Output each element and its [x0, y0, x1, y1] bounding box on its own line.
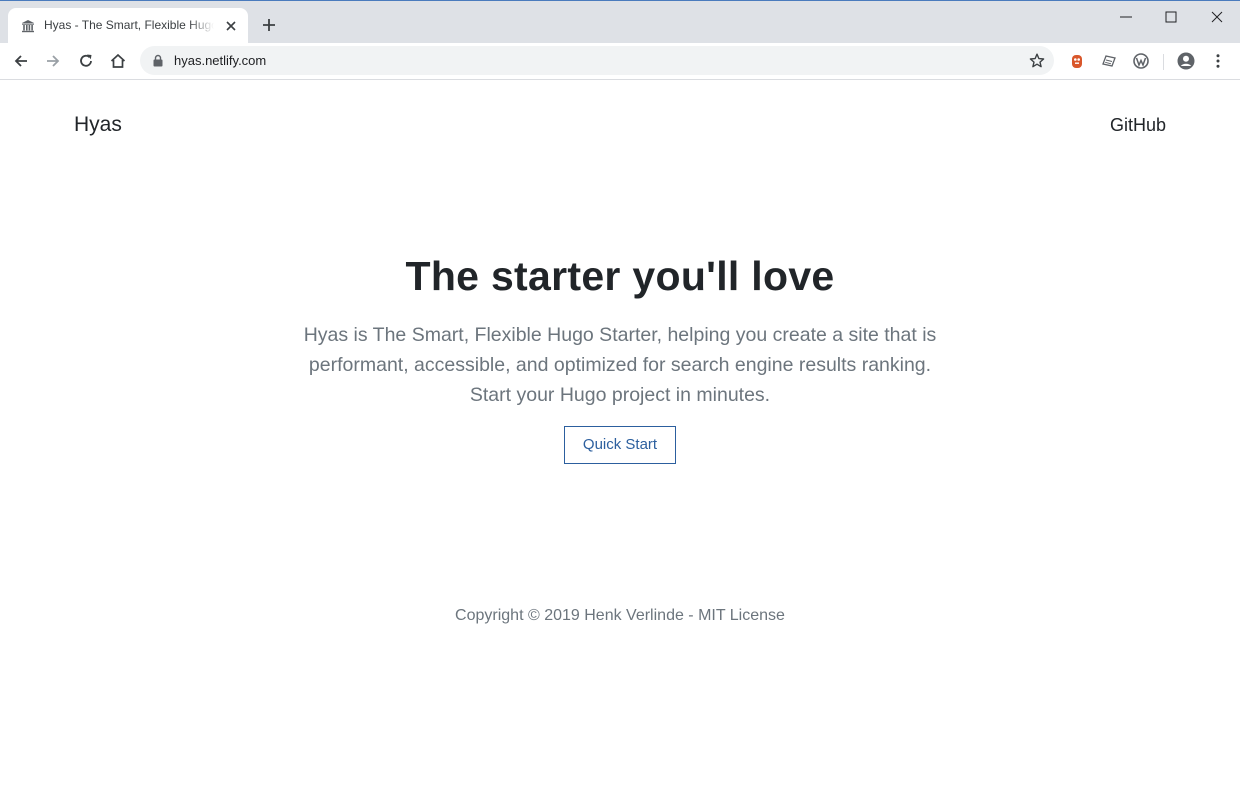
- extension-icon[interactable]: [1068, 52, 1086, 70]
- maximize-icon[interactable]: [1161, 7, 1181, 27]
- account-circle-icon[interactable]: [1177, 52, 1195, 70]
- reload-icon[interactable]: [77, 52, 95, 70]
- bank-building-icon: [22, 20, 34, 33]
- tab-title: Hyas - The Smart, Flexible Hugo Starter: [44, 18, 214, 32]
- more-vert-icon[interactable]: [1209, 52, 1227, 70]
- hero-title: The starter you'll love: [405, 253, 835, 299]
- url-text: hyas.netlify.com: [174, 53, 267, 68]
- site-brand-link[interactable]: Hyas: [74, 113, 122, 137]
- lock-icon: [153, 54, 163, 67]
- extension-icon[interactable]: [1132, 52, 1150, 70]
- footer: Copyright © 2019 Henk Verlinde - MIT Lic…: [0, 607, 1240, 625]
- tab-strip: Hyas - The Smart, Flexible Hugo Starter: [0, 1, 1240, 44]
- star-icon[interactable]: [1028, 52, 1046, 70]
- plus-icon[interactable]: [260, 16, 278, 34]
- close-icon[interactable]: [224, 19, 238, 33]
- window-close-icon[interactable]: [1207, 7, 1227, 27]
- home-icon[interactable]: [109, 52, 127, 70]
- toolbar-divider: [0, 79, 1240, 80]
- arrow-right-icon[interactable]: [44, 52, 62, 70]
- toolbar-separator: [1163, 54, 1164, 70]
- browser-toolbar: hyas.netlify.com: [0, 43, 1240, 79]
- hero-section: The starter you'll love Hyas is The Smar…: [0, 250, 1240, 464]
- quick-start-button[interactable]: Quick Start: [564, 426, 676, 464]
- hero-lead: Hyas is The Smart, Flexible Hugo Starter…: [303, 324, 937, 406]
- copyright-text: Copyright © 2019 Henk Verlinde - MIT Lic…: [455, 607, 785, 624]
- address-bar[interactable]: hyas.netlify.com: [140, 46, 1054, 75]
- minimize-icon[interactable]: [1116, 7, 1136, 27]
- arrow-left-icon[interactable]: [12, 52, 30, 70]
- browser-tab[interactable]: Hyas - The Smart, Flexible Hugo Starter: [8, 8, 248, 44]
- github-nav-link[interactable]: GitHub: [1110, 115, 1166, 136]
- extension-icon[interactable]: [1100, 52, 1118, 70]
